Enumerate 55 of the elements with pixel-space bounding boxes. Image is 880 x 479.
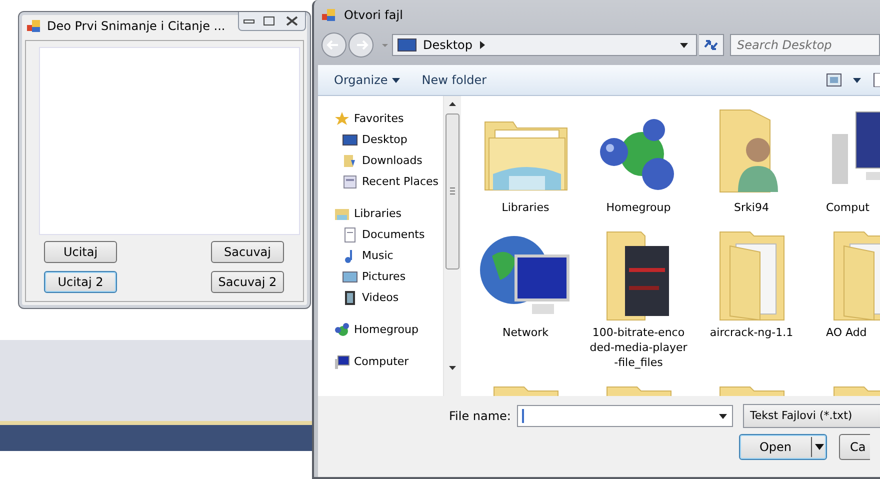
nav-item[interactable]: Videos xyxy=(318,287,399,308)
recent-places-icon xyxy=(342,174,358,190)
window-title: Deo Prvi Snimanje i Citanje ... xyxy=(47,19,226,33)
nav-item[interactable]: Documents xyxy=(318,224,425,245)
app-icon xyxy=(322,8,336,22)
form-button[interactable]: Ucitaj xyxy=(44,241,117,263)
file-item-label[interactable]: Srki94 xyxy=(702,200,800,215)
dialog-title: Otvori fajl xyxy=(344,8,403,22)
open-button[interactable]: Open xyxy=(739,434,827,460)
caret-icon[interactable] xyxy=(392,78,400,82)
file-item-label[interactable]: AO Add xyxy=(826,325,867,340)
file-name-field[interactable] xyxy=(516,405,733,427)
nav-item[interactable]: Desktop xyxy=(318,129,408,150)
desktop-icon xyxy=(342,132,358,148)
file-item-label[interactable]: Homegroup xyxy=(590,200,688,215)
file-item-label[interactable]: Network xyxy=(476,325,574,340)
star-icon xyxy=(334,110,350,126)
document-icon xyxy=(342,226,358,242)
form-button[interactable]: Sacuvaj 2 xyxy=(211,271,284,293)
nav-item[interactable]: Libraries xyxy=(318,203,402,224)
downloads-folder-icon xyxy=(342,152,358,168)
nav-item[interactable]: Music xyxy=(318,245,394,266)
refresh-icon[interactable] xyxy=(702,37,720,53)
picture-icon xyxy=(342,268,358,284)
dropdown-icon[interactable] xyxy=(678,40,690,50)
nav-item[interactable]: Favorites xyxy=(318,108,404,129)
nav-item[interactable]: Computer xyxy=(318,351,409,372)
chevron-icon[interactable] xyxy=(478,40,486,50)
nav-item[interactable]: Downloads xyxy=(318,150,422,171)
computer-icon xyxy=(334,354,350,370)
form-button[interactable]: Ucitaj 2 xyxy=(44,271,117,293)
scrollbar[interactable] xyxy=(443,96,461,396)
caret-icon[interactable] xyxy=(814,444,824,450)
search-field[interactable]: Search Desktop xyxy=(730,34,880,56)
file-item-label[interactable]: Libraries xyxy=(476,200,574,215)
nav-item[interactable]: Homegroup xyxy=(318,319,418,340)
file-type-dropdown[interactable]: Tekst Fajlovi (*.txt) xyxy=(742,404,880,428)
window-controls[interactable] xyxy=(238,12,306,31)
desktop-icon xyxy=(397,38,417,52)
file-item-label[interactable]: 100-bitrate-encoded-media-player-file_files xyxy=(590,325,688,370)
file-item-label[interactable]: Comput xyxy=(826,200,870,215)
app-icon xyxy=(27,19,41,33)
film-icon xyxy=(342,290,358,306)
field-label: File name: xyxy=(449,409,511,423)
nav-item[interactable]: Pictures xyxy=(318,266,406,287)
cancel-button[interactable]: Ca xyxy=(839,434,870,460)
address-bar[interactable]: Desktop xyxy=(392,34,698,56)
view-icon[interactable] xyxy=(826,73,842,87)
nav-item[interactable]: Recent Places xyxy=(318,171,438,192)
file-item-label[interactable]: aircrack-ng-1.1 xyxy=(702,325,800,340)
homegroup-icon xyxy=(334,322,350,338)
toolbar-button[interactable]: New folder xyxy=(416,71,493,89)
breadcrumb[interactable]: Desktop xyxy=(423,38,472,52)
toolbar-button[interactable]: Organize xyxy=(328,71,406,89)
form-button[interactable]: Sacuvaj xyxy=(211,241,284,263)
